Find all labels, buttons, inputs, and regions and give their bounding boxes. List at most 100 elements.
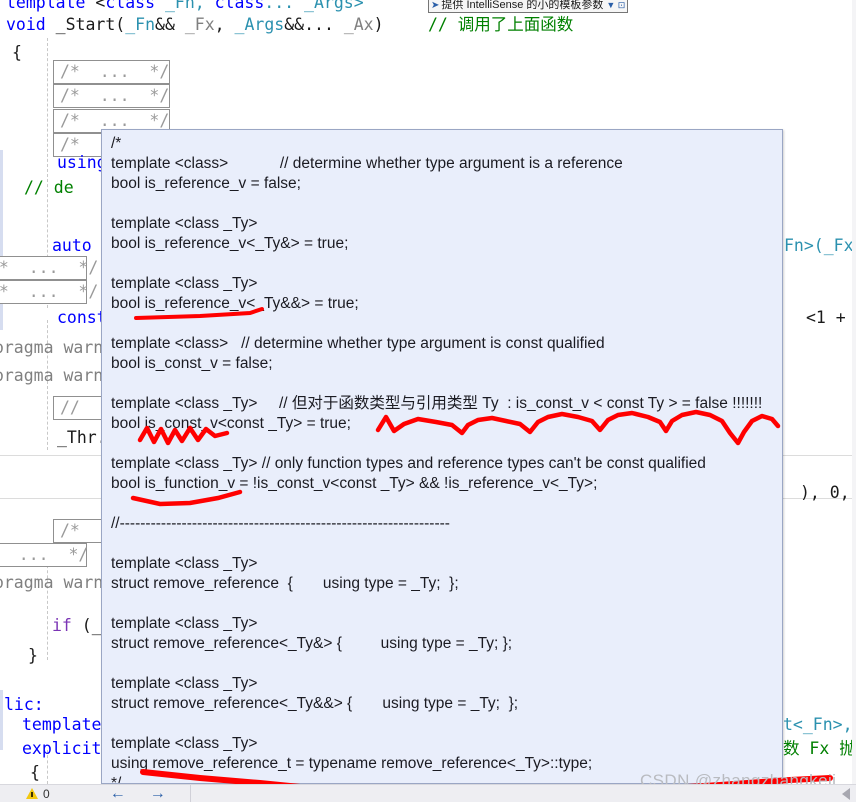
warning-triangle-icon	[26, 788, 38, 799]
code-line: // de	[24, 173, 74, 203]
code-token: }	[28, 646, 38, 665]
arrow-left-icon[interactable]: ←	[110, 785, 126, 802]
code-line: auto	[52, 231, 92, 261]
nav-buttons[interactable]: ← →	[110, 785, 166, 802]
quickinfo-blank-line	[111, 534, 780, 554]
intellisense-parameter-tooltip[interactable]: ➤ 提供 IntelliSense 的小的模板参数 ▼ ⊡	[428, 0, 629, 13]
quickinfo-line: template <class _Ty> // 但对于函数类型与引用类型 Ty …	[111, 395, 763, 412]
quickinfo-line: struct remove_reference { using type = _…	[111, 575, 459, 592]
code-token: template	[22, 715, 102, 734]
quickinfo-line: bool is_reference_v = false;	[111, 175, 301, 192]
code-token: <1 + si	[806, 308, 856, 327]
collapsed-region-box[interactable]: / ... */	[0, 543, 88, 567]
code-line: // 调用了上面函数	[428, 10, 573, 40]
code-token: ,	[214, 15, 235, 34]
code-token: Fn>(_Fx	[784, 236, 854, 255]
code-token: ), 0, &	[800, 483, 850, 502]
quickinfo-line: template <class _Ty>	[111, 275, 258, 292]
status-separator	[190, 785, 191, 802]
code-token: {	[12, 43, 22, 62]
code-token: _Ax	[343, 15, 374, 34]
quickinfo-line: //--------------------------------------…	[111, 515, 450, 532]
code-token: &&...	[284, 15, 344, 34]
code-line: void _Start(_Fn&& _Fx, _Args&&... _Ax)	[6, 10, 384, 40]
quickinfo-text: /* template <class> // determine whether …	[111, 134, 780, 783]
collapsed-region-box[interactable]: /* ... */	[53, 60, 170, 84]
quickinfo-line: bool is_reference_v<_Ty&&> = true;	[111, 295, 359, 312]
warning-count: 0	[43, 786, 50, 801]
code-line: #pragma warni	[0, 361, 113, 391]
resize-grip-icon[interactable]	[842, 788, 850, 800]
quickinfo-blank-line	[111, 494, 780, 514]
vertical-scrollbar[interactable]	[852, 0, 856, 784]
quickinfo-line: template <class _Ty> // only function ty…	[111, 455, 706, 472]
collapsed-region-box[interactable]: /* ... */	[0, 280, 98, 304]
code-token: 数 Fx 抛	[783, 739, 856, 758]
code-line: #pragma warni	[0, 333, 113, 363]
quickinfo-line: /*	[111, 135, 122, 152]
editor-change-bar	[0, 690, 3, 750]
quickinfo-line: struct remove_reference<_Ty&&> { using t…	[111, 695, 519, 712]
intellisense-quickinfo-popup[interactable]: /* template <class> // determine whether …	[101, 129, 783, 784]
code-token: _Fn	[125, 15, 156, 34]
quickinfo-line: template <class _Ty>	[111, 675, 258, 692]
code-token: (	[115, 15, 126, 34]
quickinfo-line: bool is_function_v = !is_const_v<const _…	[111, 475, 598, 492]
code-token: _Args	[234, 15, 285, 34]
editor-left-margin	[0, 0, 3, 784]
code-token: explicit	[22, 739, 102, 758]
quickinfo-line: template <class _Ty>	[111, 615, 258, 632]
code-token: )	[373, 15, 384, 34]
code-token: auto	[52, 236, 92, 255]
quickinfo-line: bool is_const_v = false;	[111, 355, 273, 372]
code-line: {	[12, 38, 22, 68]
code-line: Fn>(_Fx	[784, 231, 854, 261]
screenshot-root: /* ... *//* ... *//* ... *//* ... *//* .…	[0, 0, 856, 802]
warning-status[interactable]: 0	[26, 787, 50, 801]
status-bar: 0 ← →	[0, 784, 856, 802]
code-line: if (_	[52, 611, 102, 641]
quickinfo-blank-line	[111, 254, 780, 274]
code-token: _Fx	[184, 15, 215, 34]
quickinfo-blank-line	[111, 594, 780, 614]
arrow-right-icon[interactable]: →	[150, 785, 166, 802]
code-token: // de	[24, 178, 74, 197]
parameter-tooltip-text: 提供 IntelliSense 的小的模板参数	[441, 0, 604, 11]
code-line: ), 0, &	[800, 478, 856, 508]
quickinfo-blank-line	[111, 654, 780, 674]
code-token: (_	[71, 616, 102, 635]
quickinfo-blank-line	[111, 714, 780, 734]
code-line: {	[30, 758, 40, 784]
code-token: // 调用了上面函数	[428, 15, 574, 34]
code-line: #pragma warni	[0, 568, 113, 598]
quickinfo-line: template <class _Ty>	[111, 555, 258, 572]
code-token: {	[30, 763, 40, 782]
code-line: <1 + si	[806, 303, 856, 333]
code-token: t<_Fn>,	[783, 715, 853, 734]
code-token: _Thr.	[57, 428, 107, 447]
code-token: void	[6, 15, 56, 34]
code-token: if	[52, 616, 72, 635]
quickinfo-line: template <class> // determine whether ty…	[111, 335, 605, 352]
quickinfo-blank-line	[111, 314, 780, 334]
quickinfo-blank-line	[111, 374, 780, 394]
code-token: const	[57, 308, 107, 327]
code-token: #pragma warni	[0, 366, 114, 385]
quickinfo-line: template <class> // determine whether ty…	[111, 155, 623, 172]
quickinfo-line: struct remove_reference<_Ty&> { using ty…	[111, 635, 513, 652]
code-token: #pragma warni	[0, 338, 114, 357]
code-token: using	[57, 153, 107, 172]
spin-nav-icon[interactable]: ▼ ⊡	[606, 0, 625, 11]
chevron-right-icon[interactable]: ➤	[431, 0, 439, 11]
quickinfo-line: template <class _Ty>	[111, 735, 258, 752]
code-line: }	[28, 641, 38, 671]
quickinfo-line: bool is_reference_v<_Ty&> = true;	[111, 235, 349, 252]
code-line: const	[57, 303, 107, 333]
quickinfo-line: bool is_const_v<const _Ty> = true;	[111, 415, 351, 432]
collapsed-region-box[interactable]: /* ... */	[53, 84, 170, 108]
quickinfo-blank-line	[111, 434, 780, 454]
code-token: #pragma warni	[0, 573, 114, 592]
code-token: _Start	[55, 15, 116, 34]
code-token: &&	[155, 15, 185, 34]
quickinfo-line: template <class _Ty>	[111, 215, 258, 232]
